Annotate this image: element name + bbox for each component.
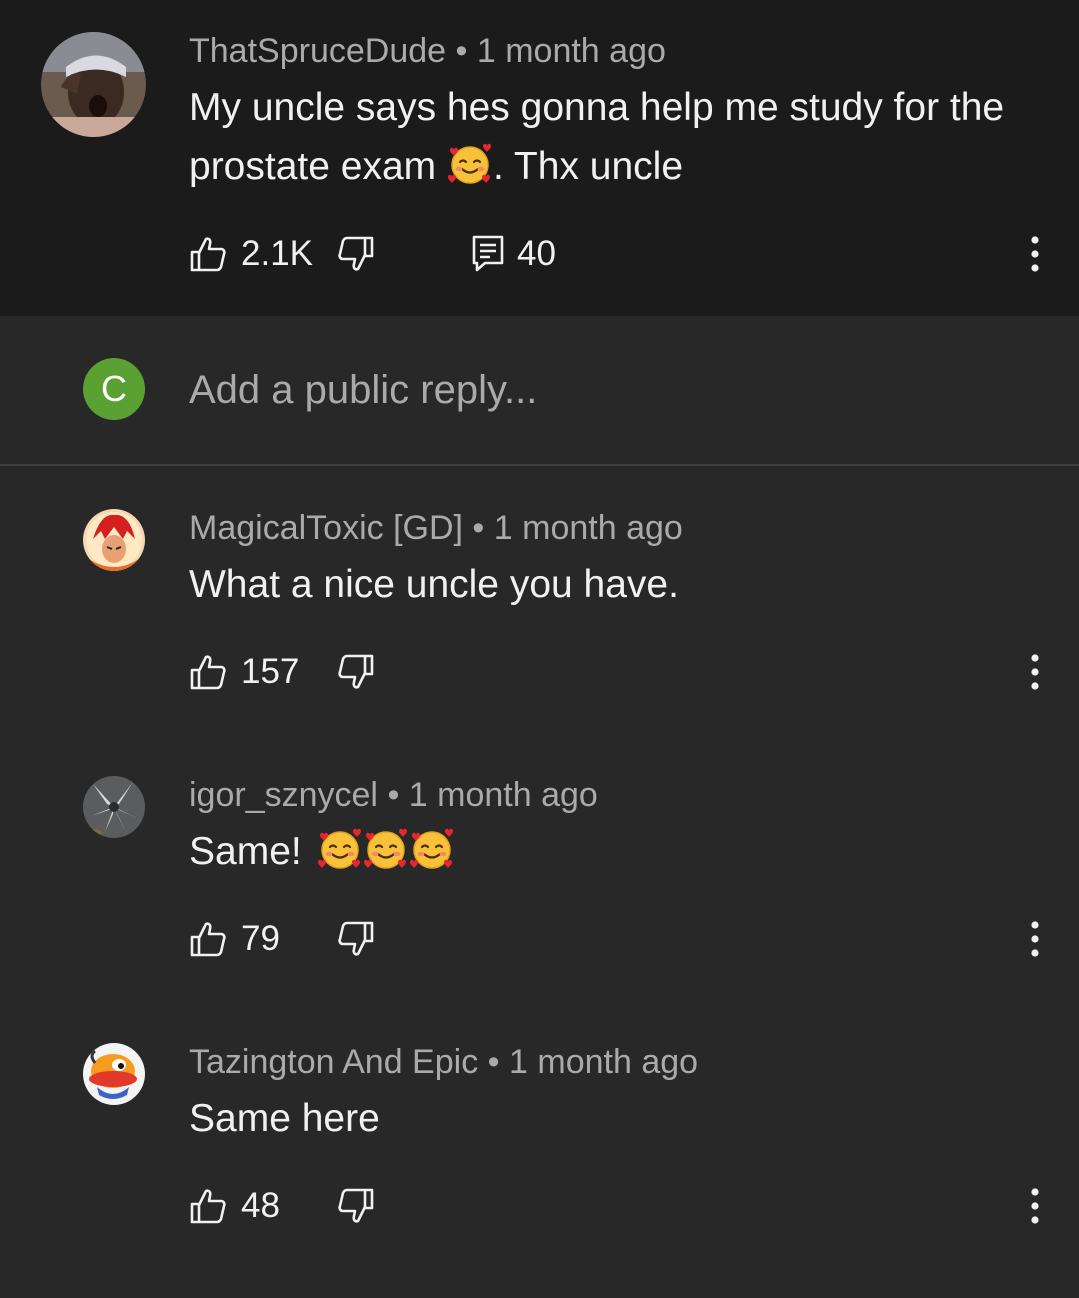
user-avatar[interactable]: C bbox=[83, 358, 145, 420]
more-options-icon[interactable] bbox=[1029, 919, 1041, 959]
author-name[interactable]: ThatSpruceDude bbox=[189, 32, 446, 70]
smiling-face-with-hearts-icon bbox=[363, 826, 409, 872]
comment-text-line: prostate exam . Thx uncle bbox=[189, 137, 1049, 196]
smiling-face-with-hearts-icon bbox=[409, 826, 455, 872]
thumbs-down-icon[interactable] bbox=[337, 652, 375, 692]
main-comment: ThatSpruceDude • 1 month ago My uncle sa… bbox=[0, 0, 1079, 316]
meta-separator: • bbox=[455, 32, 468, 70]
comment-text: Same here bbox=[189, 1097, 380, 1140]
comment-meta: ThatSpruceDude • 1 month ago bbox=[189, 32, 666, 71]
comment-text: My uncle says hes gonna help me study fo… bbox=[189, 78, 1049, 196]
comment-icon[interactable] bbox=[471, 234, 505, 274]
comment-meta: igor_sznycel • 1 month ago bbox=[189, 776, 598, 815]
comment-age: 1 month ago bbox=[476, 32, 666, 70]
comment-meta: MagicalToxic [GD] • 1 month ago bbox=[189, 509, 683, 548]
comment-age: 1 month ago bbox=[509, 1043, 699, 1081]
like-count: 79 bbox=[241, 919, 280, 958]
smiling-face-with-hearts-icon bbox=[447, 141, 493, 187]
avatar[interactable] bbox=[83, 1043, 145, 1105]
like-count: 2.1K bbox=[241, 234, 313, 273]
avatar[interactable] bbox=[83, 509, 145, 571]
avatar[interactable] bbox=[41, 32, 146, 137]
divider bbox=[0, 464, 1079, 466]
avatar-image bbox=[83, 1043, 145, 1105]
more-options-icon[interactable] bbox=[1029, 1186, 1041, 1226]
author-name[interactable]: MagicalToxic [GD] bbox=[189, 509, 463, 547]
comment-text-part: . Thx uncle bbox=[492, 145, 684, 188]
thumbs-up-icon[interactable] bbox=[189, 652, 227, 692]
avatar-image bbox=[41, 32, 146, 137]
meta-separator: • bbox=[487, 1043, 500, 1081]
comment-text-line: My uncle says hes gonna help me study fo… bbox=[189, 86, 1005, 129]
author-name[interactable]: Tazington And Epic bbox=[189, 1043, 478, 1081]
author-name[interactable]: igor_sznycel bbox=[189, 776, 378, 814]
thumbs-up-icon[interactable] bbox=[189, 1186, 227, 1226]
reply-count[interactable]: 40 bbox=[517, 234, 556, 274]
thumbs-down-icon[interactable] bbox=[337, 234, 375, 274]
thumbs-up-icon[interactable] bbox=[189, 919, 227, 959]
thumbs-up-icon[interactable] bbox=[189, 234, 227, 274]
comment-text: What a nice uncle you have. bbox=[189, 563, 679, 606]
comment-meta: Tazington And Epic • 1 month ago bbox=[189, 1043, 698, 1082]
more-options-icon[interactable] bbox=[1029, 234, 1041, 274]
comment-actions: 2.1K 40 bbox=[189, 234, 1059, 278]
meta-separator: • bbox=[472, 509, 485, 547]
reply-input[interactable] bbox=[189, 368, 889, 413]
comment-actions: 79 bbox=[189, 919, 1059, 963]
comment-text-part: Same! bbox=[189, 830, 302, 873]
avatar[interactable] bbox=[83, 776, 145, 838]
thumbs-down-icon[interactable] bbox=[337, 919, 375, 959]
comment-age: 1 month ago bbox=[493, 509, 683, 547]
avatar-image bbox=[83, 509, 145, 571]
comment-text: Same! bbox=[189, 822, 1049, 881]
comment-age: 1 month ago bbox=[408, 776, 598, 814]
avatar-image bbox=[83, 776, 145, 838]
smiling-face-with-hearts-icon bbox=[317, 826, 363, 872]
meta-separator: • bbox=[387, 776, 400, 814]
comment-actions: 157 bbox=[189, 652, 1059, 696]
thumbs-down-icon[interactable] bbox=[337, 1186, 375, 1226]
comment-text-part: prostate exam bbox=[189, 145, 437, 188]
like-count: 48 bbox=[241, 1186, 280, 1225]
comment-actions: 48 bbox=[189, 1186, 1059, 1230]
like-count: 157 bbox=[241, 652, 300, 691]
more-options-icon[interactable] bbox=[1029, 652, 1041, 692]
